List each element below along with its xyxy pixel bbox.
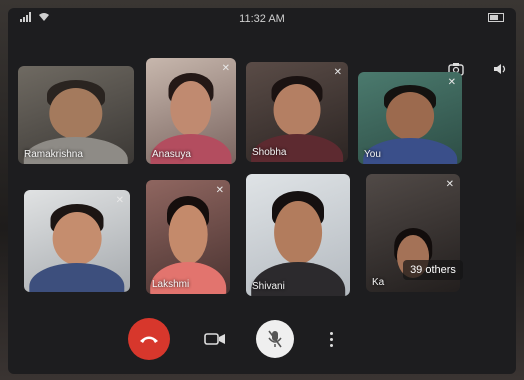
participant-face [49, 87, 103, 139]
participant-face [273, 84, 321, 136]
camera-button[interactable] [203, 330, 227, 348]
status-right [488, 13, 504, 22]
meet-screen: 11:32 AM dxg-wsdx-nff Ramakrishna ✕ Anas… [8, 8, 516, 374]
mic-off-icon: ✕ [333, 67, 342, 78]
participant-name: Ka [372, 277, 385, 288]
participant-tile[interactable]: ✕ [24, 190, 130, 292]
participant-name: Shivani [252, 281, 285, 292]
more-icon-dot [329, 337, 333, 341]
speaker-icon[interactable] [490, 58, 512, 80]
more-icon-dot [329, 343, 333, 347]
participant-name: Shobha [252, 147, 287, 158]
mic-off-icon: ✕ [115, 195, 124, 206]
more-icon-dot [329, 331, 333, 335]
mic-off-icon: ✕ [445, 179, 454, 190]
battery-icon [488, 13, 504, 22]
mic-off-icon: ✕ [447, 77, 456, 88]
participant-tile[interactable]: ✕ Lakshmi [146, 180, 230, 294]
mic-off-icon: ✕ [221, 63, 230, 74]
microphone-button[interactable] [256, 320, 294, 358]
participant-body [29, 263, 125, 292]
others-count-badge[interactable]: 39 others [403, 260, 463, 280]
camera-icon [204, 333, 225, 345]
participant-tile[interactable]: Ramakrishna [18, 66, 134, 164]
status-bar: 11:32 AM [8, 8, 516, 30]
participant-name: Ramakrishna [24, 149, 83, 160]
clock: 11:32 AM [239, 13, 285, 25]
participant-face [52, 212, 102, 266]
participant-face [170, 81, 212, 137]
call-controls [8, 306, 516, 366]
participant-face [274, 200, 322, 265]
participant-face [386, 92, 434, 141]
participant-tile[interactable]: Shivani [246, 174, 350, 296]
participant-tile[interactable]: ✕ Shobha [246, 62, 348, 162]
more-options-button[interactable] [326, 326, 336, 352]
end-call-button[interactable] [128, 318, 170, 360]
participant-name: Lakshmi [152, 279, 190, 290]
end-call-icon [140, 336, 158, 343]
participant-face [168, 205, 208, 265]
participant-name: Anasuya [152, 149, 191, 160]
mic-off-icon: ✕ [215, 185, 224, 196]
participant-tile[interactable]: ✕ Anasuya [146, 58, 236, 164]
participant-name: You [364, 149, 381, 160]
participant-tile[interactable]: ✕ You [358, 72, 462, 164]
mic-off-icon [268, 330, 282, 348]
